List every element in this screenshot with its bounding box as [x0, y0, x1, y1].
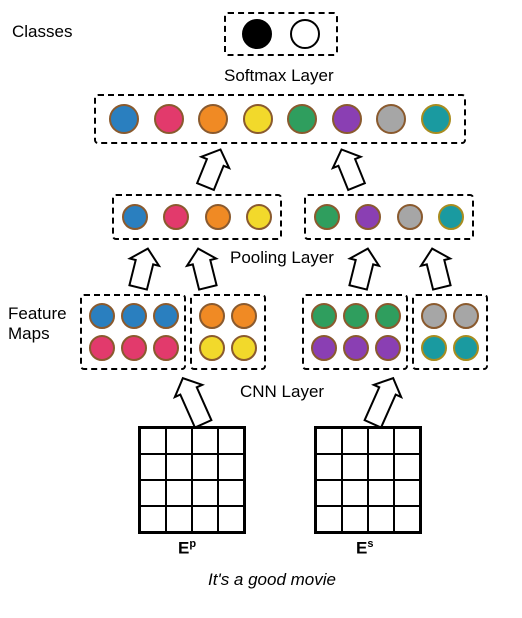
grid-cell [368, 506, 394, 532]
classes-box [224, 12, 338, 56]
node-circle [231, 335, 257, 361]
arrow-input-left-to-fm [169, 372, 217, 430]
grid-cell [342, 506, 368, 532]
featuremap-box-1 [80, 294, 186, 370]
featuremap-box-4 [412, 294, 488, 370]
grid-cell [166, 506, 192, 532]
grid-cell [166, 428, 192, 454]
node-circle [343, 303, 369, 329]
node-circle [121, 303, 147, 329]
grid-cell [192, 428, 218, 454]
grid-cell [394, 428, 420, 454]
node-circle [421, 335, 447, 361]
grid-cell [394, 454, 420, 480]
label-pooling: Pooling Layer [230, 248, 334, 268]
node-circle [375, 335, 401, 361]
node-circle [199, 303, 225, 329]
node-circle [242, 19, 272, 49]
node-circle [89, 335, 115, 361]
grid-cell [140, 454, 166, 480]
node-circle [199, 335, 225, 361]
node-circle [89, 303, 115, 329]
node-circle [109, 104, 139, 134]
arrow-fm3-to-pool [344, 245, 383, 291]
node-circle [154, 104, 184, 134]
arrow-fm4-to-pool [418, 245, 457, 291]
grid-cell [218, 428, 244, 454]
grid-cell [316, 506, 342, 532]
node-circle [153, 335, 179, 361]
grid-cell [368, 454, 394, 480]
arrow-input-right-to-fm [359, 372, 407, 430]
node-circle [163, 204, 189, 230]
node-circle [421, 104, 451, 134]
grid-cell [192, 454, 218, 480]
grid-cell [342, 480, 368, 506]
node-circle [453, 303, 479, 329]
grid-cell [192, 506, 218, 532]
caption: It's a good movie [208, 570, 336, 590]
node-circle [205, 204, 231, 230]
grid-cell [166, 454, 192, 480]
node-circle [438, 204, 464, 230]
grid-cell [316, 480, 342, 506]
node-circle [287, 104, 317, 134]
node-circle [355, 204, 381, 230]
node-circle [453, 335, 479, 361]
grid-cell [316, 454, 342, 480]
arrow-pool-left-to-softmax [192, 144, 235, 192]
input-grid-right [314, 426, 422, 534]
node-circle [243, 104, 273, 134]
grid-cell [342, 428, 368, 454]
label-input-left: Ep [178, 538, 196, 559]
pooling-box-left [112, 194, 282, 240]
grid-cell [342, 454, 368, 480]
label-classes: Classes [12, 22, 72, 42]
node-circle [246, 204, 272, 230]
label-feature-maps: Feature Maps [8, 304, 67, 344]
node-circle [314, 204, 340, 230]
node-circle [343, 335, 369, 361]
grid-cell [316, 428, 342, 454]
arrow-pool-right-to-softmax [328, 144, 371, 192]
node-circle [421, 303, 447, 329]
grid-cell [368, 428, 394, 454]
node-circle [231, 303, 257, 329]
grid-cell [166, 480, 192, 506]
node-circle [311, 303, 337, 329]
node-circle [122, 204, 148, 230]
label-input-right: Es [356, 538, 373, 559]
grid-cell [394, 506, 420, 532]
grid-cell [192, 480, 218, 506]
input-grid-left [138, 426, 246, 534]
grid-cell [218, 480, 244, 506]
grid-cell [140, 506, 166, 532]
node-circle [311, 335, 337, 361]
node-circle [121, 335, 147, 361]
label-cnn: CNN Layer [240, 382, 324, 402]
grid-cell [218, 506, 244, 532]
grid-cell [394, 480, 420, 506]
node-circle [397, 204, 423, 230]
node-circle [153, 303, 179, 329]
grid-cell [218, 454, 244, 480]
node-circle [290, 19, 320, 49]
arrow-fm1-to-pool [124, 245, 163, 291]
softmax-box [94, 94, 466, 144]
diagram-stage: Classes Softmax Layer Pooling Layer Feat… [8, 8, 514, 610]
label-softmax: Softmax Layer [224, 66, 334, 86]
featuremap-box-3 [302, 294, 408, 370]
node-circle [375, 303, 401, 329]
arrow-fm2-to-pool [184, 245, 223, 291]
node-circle [376, 104, 406, 134]
featuremap-box-2 [190, 294, 266, 370]
pooling-box-right [304, 194, 474, 240]
grid-cell [368, 480, 394, 506]
grid-cell [140, 480, 166, 506]
node-circle [332, 104, 362, 134]
node-circle [198, 104, 228, 134]
grid-cell [140, 428, 166, 454]
